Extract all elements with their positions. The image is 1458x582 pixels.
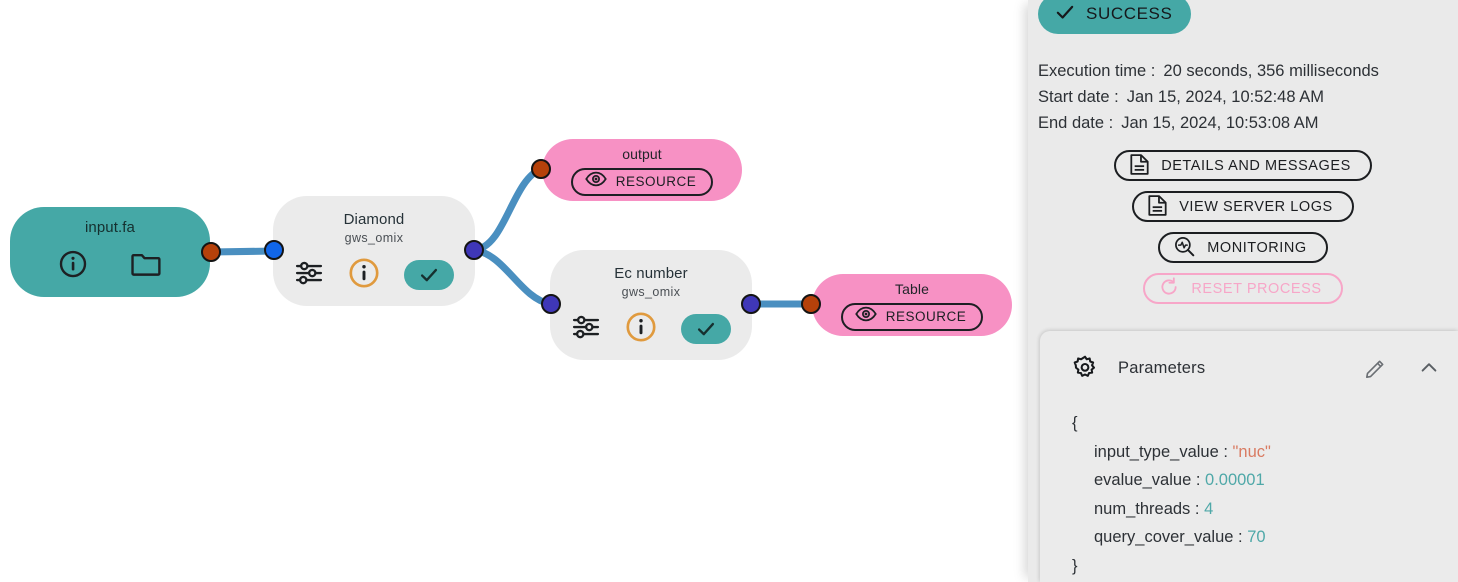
node-table[interactable]: Table RESOURCE: [812, 274, 1012, 336]
metadata-row: Start date : Jan 15, 2024, 10:52:48 AM: [1038, 84, 1379, 110]
settings-sliders-icon[interactable]: [294, 258, 324, 293]
panel-actions: DETAILS AND MESSAGES VIEW SERVER LOGS MO…: [1028, 150, 1458, 304]
json-value: 4: [1204, 499, 1214, 518]
node-title: Table: [895, 280, 929, 297]
document-lines-icon: [1148, 194, 1167, 219]
json-entry: input_type_value : "nuc": [1072, 438, 1458, 467]
node-input-fa[interactable]: input.fa: [10, 207, 210, 297]
edge-diamond-to-ec: [470, 246, 554, 308]
run-metadata: Execution time : 20 seconds, 356 millise…: [1038, 58, 1379, 136]
parameters-json: { input_type_value : "nuc" evalue_value …: [1040, 383, 1458, 580]
check-status-pill[interactable]: [681, 314, 731, 344]
edge-diamond-to-output: [470, 165, 545, 254]
parameters-card: Parameters { input_type_value : "nuc" ev…: [1040, 331, 1458, 582]
json-entry: num_threads : 4: [1072, 495, 1458, 524]
eye-icon: [854, 306, 877, 327]
port-output-input-fa[interactable]: [201, 242, 221, 262]
node-subtitle: gws_omix: [621, 285, 681, 299]
button-label: VIEW SERVER LOGS: [1179, 198, 1333, 215]
port-output-ec-number[interactable]: [741, 294, 761, 314]
node-subtitle: gws_omix: [344, 231, 404, 245]
monitoring-button[interactable]: MONITORING: [1158, 232, 1328, 263]
view-server-logs-button[interactable]: VIEW SERVER LOGS: [1132, 191, 1354, 222]
magnifier-pulse-icon: [1174, 236, 1195, 260]
resource-label: RESOURCE: [885, 309, 967, 324]
metadata-value: 20 seconds, 356 milliseconds: [1163, 62, 1379, 80]
info-icon[interactable]: [625, 311, 657, 348]
reset-process-button[interactable]: RESET PROCESS: [1143, 273, 1343, 304]
metadata-row: Execution time : 20 seconds, 356 millise…: [1038, 58, 1379, 84]
node-title: Diamond: [343, 211, 405, 228]
settings-sliders-icon[interactable]: [571, 312, 601, 347]
node-title: output: [622, 145, 662, 162]
port-input-table[interactable]: [801, 294, 821, 314]
json-entry: query_cover_value : 70: [1072, 523, 1458, 552]
node-output[interactable]: output RESOURCE: [542, 139, 742, 201]
status-badge: SUCCESS: [1038, 0, 1192, 34]
json-key: evalue_value :: [1094, 471, 1201, 489]
port-input-ec-number[interactable]: [541, 294, 561, 314]
port-output-diamond[interactable]: [464, 240, 484, 260]
node-title: Ec number: [614, 265, 688, 282]
details-and-messages-button[interactable]: DETAILS AND MESSAGES: [1114, 150, 1372, 181]
json-key: num_threads :: [1094, 499, 1200, 518]
status-label: SUCCESS: [1086, 4, 1173, 23]
node-diamond[interactable]: Diamond gws_omix: [273, 196, 475, 306]
metadata-key: Execution time :: [1038, 62, 1156, 80]
eye-icon: [584, 171, 607, 192]
json-value: "nuc": [1232, 442, 1271, 461]
json-value: 70: [1247, 528, 1266, 546]
folder-icon[interactable]: [130, 250, 162, 283]
resource-label: RESOURCE: [615, 174, 697, 189]
workflow-canvas[interactable]: input.fa Diamond gws_omix Ec number gws_…: [0, 0, 1028, 582]
metadata-value: Jan 15, 2024, 10:53:08 AM: [1121, 114, 1319, 132]
metadata-value: Jan 15, 2024, 10:52:48 AM: [1126, 88, 1324, 106]
node-actions: [571, 311, 731, 348]
run-details-panel: SUCCESS Execution time : 20 seconds, 356…: [1028, 0, 1458, 582]
parameters-title: Parameters: [1118, 358, 1206, 377]
port-input-diamond[interactable]: [264, 240, 284, 260]
refresh-icon: [1159, 277, 1179, 300]
check-status-pill[interactable]: [404, 260, 454, 290]
info-icon[interactable]: [348, 257, 380, 294]
node-title: input.fa: [84, 219, 135, 236]
metadata-key: Start date :: [1038, 88, 1119, 106]
check-icon: [1054, 1, 1076, 28]
chevron-up-icon[interactable]: [1418, 357, 1440, 379]
button-label: RESET PROCESS: [1191, 280, 1322, 297]
json-close-brace: }: [1072, 556, 1078, 575]
gear-icon: [1072, 355, 1098, 381]
json-value: 0.00001: [1205, 471, 1265, 489]
resource-badge[interactable]: RESOURCE: [570, 167, 714, 196]
document-lines-icon: [1130, 153, 1149, 178]
button-label: DETAILS AND MESSAGES: [1161, 157, 1351, 174]
port-input-output[interactable]: [531, 159, 551, 179]
process-run-view: input.fa Diamond gws_omix Ec number gws_…: [0, 0, 1458, 582]
metadata-key: End date :: [1038, 114, 1114, 132]
json-entry: evalue_value : 0.00001: [1072, 466, 1458, 495]
parameters-header: Parameters: [1040, 353, 1458, 383]
json-key: input_type_value :: [1094, 442, 1228, 461]
node-actions: [294, 257, 454, 294]
json-key: query_cover_value :: [1094, 528, 1243, 546]
node-ec-number[interactable]: Ec number gws_omix: [550, 250, 752, 360]
pencil-icon[interactable]: [1365, 358, 1386, 379]
resource-badge[interactable]: RESOURCE: [840, 302, 984, 331]
metadata-row: End date : Jan 15, 2024, 10:53:08 AM: [1038, 110, 1379, 136]
json-open-brace: {: [1072, 414, 1078, 432]
node-actions: [58, 249, 162, 284]
button-label: MONITORING: [1207, 239, 1307, 256]
info-icon[interactable]: [58, 249, 88, 284]
